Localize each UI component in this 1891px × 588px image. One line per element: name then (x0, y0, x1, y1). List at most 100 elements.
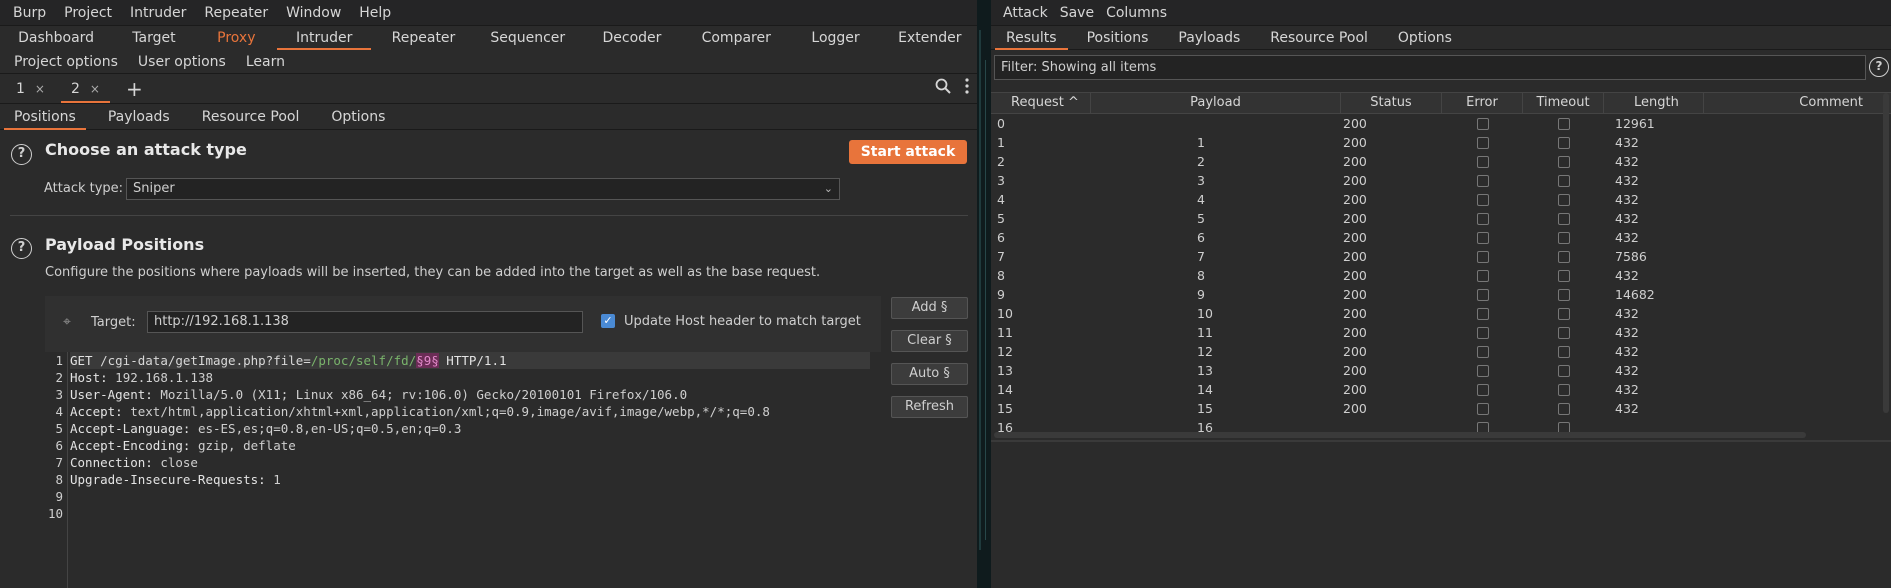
cell-payload: 4 (1197, 192, 1205, 207)
tab-logger[interactable]: Logger (788, 26, 882, 50)
menu-repeater[interactable]: Repeater (195, 5, 277, 21)
tab-resource-pool[interactable]: Resource Pool (192, 104, 310, 130)
start-attack-button[interactable]: Start attack (849, 140, 967, 164)
cell-payload: 2 (1197, 154, 1205, 169)
error-checkbox (1476, 326, 1489, 339)
cell-comment (1704, 209, 1891, 228)
line-number: 1 (55, 353, 63, 368)
menu-help[interactable]: Help (350, 5, 400, 21)
column-error[interactable]: Error (1442, 93, 1523, 113)
cell-timeout (1523, 114, 1604, 133)
table-row[interactable]: 0 200 12961 (991, 114, 1891, 133)
close-icon[interactable]: × (35, 82, 45, 96)
auto-markers-button[interactable]: Auto § (891, 363, 968, 385)
menu-intruder[interactable]: Intruder (121, 5, 195, 21)
attack-tab-label: 2 (70, 80, 80, 97)
tab-learn[interactable]: Learn (236, 54, 295, 70)
tab-repeater[interactable]: Repeater (371, 26, 475, 50)
error-checkbox (1476, 402, 1489, 415)
table-row[interactable]: 4 4 200 432 (991, 190, 1891, 209)
menu-columns[interactable]: Columns (1100, 5, 1173, 21)
tab-options[interactable]: Options (321, 104, 395, 130)
tab-user-options[interactable]: User options (128, 54, 236, 70)
column-status[interactable]: Status (1341, 93, 1442, 113)
table-row[interactable]: 15 15 200 432 (991, 399, 1891, 418)
cell-payload: 12 (1197, 344, 1213, 359)
vertical-scrollbar[interactable] (1883, 93, 1889, 413)
tab-project-options[interactable]: Project options (4, 54, 128, 70)
pane-divider[interactable] (991, 440, 1891, 442)
help-icon[interactable]: ? (11, 238, 32, 259)
header-key: Accept-Language: (70, 421, 191, 436)
cell-length: 432 (1615, 211, 1639, 226)
tab-payloads[interactable]: Payloads (1167, 26, 1251, 50)
tab-target[interactable]: Target (112, 26, 195, 50)
tab-intruder[interactable]: Intruder (277, 26, 372, 50)
close-icon[interactable]: × (90, 82, 100, 96)
intruder-subtabs: Positions Payloads Resource Pool Options (0, 104, 977, 130)
tab-dashboard[interactable]: Dashboard (0, 26, 112, 50)
table-row[interactable]: 8 8 200 432 (991, 266, 1891, 285)
table-row[interactable]: 12 12 200 432 (991, 342, 1891, 361)
tab-extender[interactable]: Extender (883, 26, 977, 50)
cell-timeout (1523, 228, 1604, 247)
timeout-checkbox (1557, 155, 1570, 168)
tab-decoder[interactable]: Decoder (580, 26, 684, 50)
menu-window[interactable]: Window (277, 5, 350, 21)
add-marker-button[interactable]: Add § (891, 297, 968, 319)
help-icon[interactable]: ? (11, 144, 32, 165)
column-payload[interactable]: Payload (1091, 93, 1341, 113)
table-row[interactable]: 10 10 200 432 (991, 304, 1891, 323)
cell-length: 432 (1615, 401, 1639, 416)
tab-options[interactable]: Options (1387, 26, 1463, 50)
attack-type-select[interactable]: Sniper ⌄ (126, 178, 840, 200)
menu-attack[interactable]: Attack (997, 5, 1054, 21)
table-row[interactable]: 1 1 200 432 (991, 133, 1891, 152)
target-input[interactable]: http://192.168.1.138 (147, 311, 583, 333)
table-row[interactable]: 5 5 200 432 (991, 209, 1891, 228)
table-row[interactable]: 13 13 200 432 (991, 361, 1891, 380)
column-request[interactable]: Request ^ (991, 93, 1091, 113)
kebab-menu-icon[interactable] (965, 78, 969, 94)
tab-resource-pool[interactable]: Resource Pool (1259, 26, 1379, 50)
update-host-checkbox[interactable]: ✓ (601, 314, 615, 328)
plus-icon[interactable]: + (116, 77, 153, 101)
horizontal-scrollbar[interactable] (994, 432, 1806, 438)
refresh-button[interactable]: Refresh (891, 396, 968, 418)
table-row[interactable]: 9 9 200 14682 (991, 285, 1891, 304)
help-icon[interactable]: ? (1869, 57, 1889, 77)
attack-tab-1[interactable]: 1 × (6, 75, 55, 103)
table-row[interactable]: 11 11 200 432 (991, 323, 1891, 342)
attack-tab-2[interactable]: 2 × (60, 75, 110, 103)
request-editor[interactable]: 1 2 3 4 5 6 7 8 9 10 GET /cgi-data/getIm… (0, 352, 881, 588)
tab-results[interactable]: Results (995, 26, 1068, 50)
table-row[interactable]: 7 7 200 7586 (991, 247, 1891, 266)
cell-comment (1704, 342, 1891, 361)
column-comment[interactable]: Comment (1704, 93, 1891, 113)
cell-payload: 7 (1197, 249, 1205, 264)
table-row[interactable]: 3 3 200 432 (991, 171, 1891, 190)
cell-request: 12 (997, 344, 1013, 359)
header-value: 1 (265, 472, 281, 487)
menu-project[interactable]: Project (55, 5, 121, 21)
request-param-value: /proc/self/fd/ (310, 353, 417, 368)
tab-payloads[interactable]: Payloads (98, 104, 180, 130)
column-timeout[interactable]: Timeout (1523, 93, 1604, 113)
cell-timeout (1523, 247, 1604, 266)
filter-bar[interactable]: Filter: Showing all items (994, 55, 1866, 80)
menu-save[interactable]: Save (1054, 5, 1100, 21)
tab-comparer[interactable]: Comparer (684, 26, 788, 50)
tab-positions[interactable]: Positions (1076, 26, 1160, 50)
table-row[interactable]: 6 6 200 432 (991, 228, 1891, 247)
column-length[interactable]: Length (1604, 93, 1704, 113)
table-row[interactable]: 2 2 200 432 (991, 152, 1891, 171)
tab-proxy[interactable]: Proxy (196, 26, 277, 50)
table-row[interactable]: 14 14 200 432 (991, 380, 1891, 399)
menu-burp[interactable]: Burp (4, 5, 55, 21)
clear-markers-button[interactable]: Clear § (891, 330, 968, 352)
search-icon[interactable] (935, 78, 951, 94)
cell-timeout (1523, 304, 1604, 323)
tab-sequencer[interactable]: Sequencer (476, 26, 580, 50)
header-key: Upgrade-Insecure-Requests: (70, 472, 266, 487)
tab-positions[interactable]: Positions (4, 104, 86, 130)
